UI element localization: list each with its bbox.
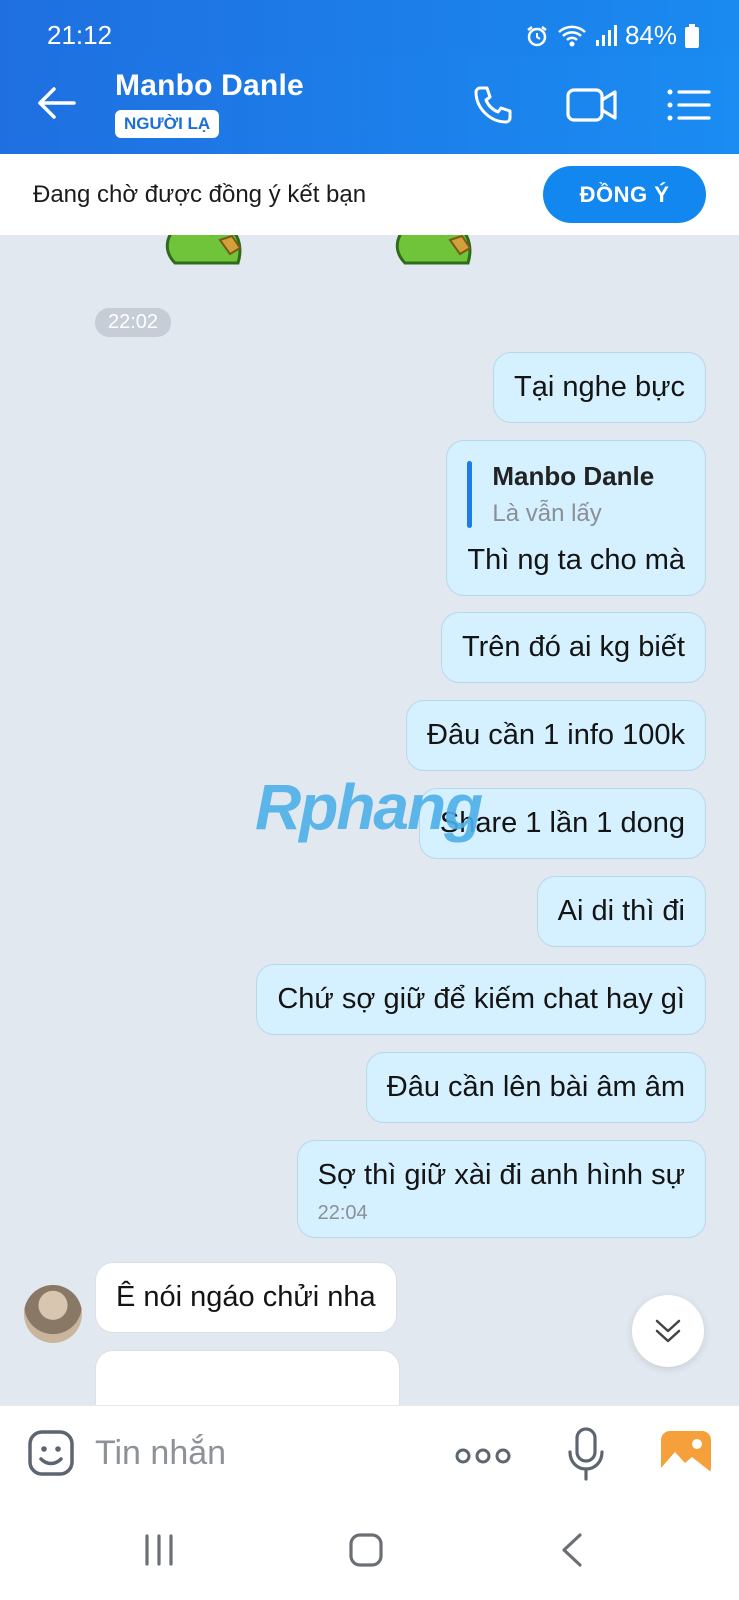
message-bubble[interactable]: Tại nghe bực [493,352,706,423]
message-bubble[interactable]: Sợ thì giữ xài đi anh hình sự 22:04 [296,1140,706,1238]
incoming-message-bubble[interactable]: Ê nói ngáo chửi nha [95,1262,397,1333]
battery-icon [685,23,699,48]
message-bubble[interactable]: Đâu cần lên bài âm âm [365,1052,706,1123]
message-bubble[interactable]: Trên đó ai kg biết [441,612,706,683]
message-time: 22:04 [317,1202,368,1224]
quote-author: Manbo Danle [492,461,655,491]
alarm-icon [527,25,547,46]
time-separator: 22:02 [95,308,172,337]
message-bubble[interactable]: Đâu cần 1 info 100k [406,700,706,771]
chevron-double-down-icon [655,1319,681,1343]
back-nav-icon[interactable] [558,1532,586,1568]
quote-bar [467,461,473,528]
wifi-icon [558,25,586,46]
friend-request-text: Đang chờ được đồng ý kết bạn [33,181,367,208]
message-bubble[interactable]: Ai di thì đi [536,876,706,947]
status-icons: 84% [525,20,699,51]
video-camera-icon[interactable] [565,82,619,128]
message-bubble-reply[interactable]: Manbo Danle Là vẫn lấy Thì ng ta cho mà [446,440,706,596]
scroll-to-bottom-button[interactable] [632,1295,704,1367]
message-text: Thì ng ta cho mà [467,544,685,576]
system-nav-bar [0,1500,739,1600]
message-input[interactable] [95,1430,415,1476]
recent-apps-icon[interactable] [141,1532,177,1568]
message-text: Ai di thì đi [557,895,685,927]
quote-text: Là vẫn lấy [492,500,602,527]
home-icon[interactable] [348,1532,384,1568]
signal-icon [595,24,617,46]
sticker-image[interactable] [150,235,260,275]
watermark: Rphang [255,771,483,843]
message-text: Tại nghe bực [514,371,685,403]
chat-header: Manbo Danle NGƯỜI LẠ [0,55,739,154]
composer-bar [0,1405,739,1500]
message-text: Chứ sợ giữ để kiếm chat hay gì [277,983,685,1015]
quoted-message[interactable]: Manbo Danle Là vẫn lấy [467,461,685,528]
accept-friend-button[interactable]: ĐỒNG Ý [543,166,706,223]
microphone-icon[interactable] [567,1426,605,1482]
chat-area[interactable]: 22:02 Tại nghe bực Manbo Danle Là vẫn lấ… [0,235,739,1405]
message-text: Ê nói ngáo chửi nha [116,1281,376,1313]
arrow-left-icon[interactable] [34,81,78,125]
status-bar: 21:12 84% [0,0,739,55]
message-bubble[interactable]: Chứ sợ giữ để kiếm chat hay gì [256,964,706,1035]
message-text: Đâu cần lên bài âm âm [386,1071,685,1103]
phone-icon[interactable] [470,82,516,128]
message-text: Sợ thì giữ xài đi anh hình sự [317,1159,685,1191]
message-text: Trên đó ai kg biết [462,631,685,663]
list-menu-icon[interactable] [665,82,711,128]
incoming-message-bubble[interactable] [95,1350,400,1405]
status-time: 21:12 [47,20,113,50]
battery-percent: 84% [624,20,677,50]
more-dots-icon[interactable] [455,1446,511,1466]
image-icon[interactable] [660,1430,712,1478]
sticker-emoji-icon[interactable] [26,1428,76,1478]
friend-request-bar: Đang chờ được đồng ý kết bạn ĐỒNG Ý [0,154,739,235]
stranger-badge: NGƯỜI LẠ [115,110,220,138]
contact-name[interactable]: Manbo Danle [115,69,304,103]
sticker-image[interactable] [380,235,490,275]
message-text: Đâu cần 1 info 100k [427,719,685,751]
avatar[interactable] [24,1285,82,1343]
